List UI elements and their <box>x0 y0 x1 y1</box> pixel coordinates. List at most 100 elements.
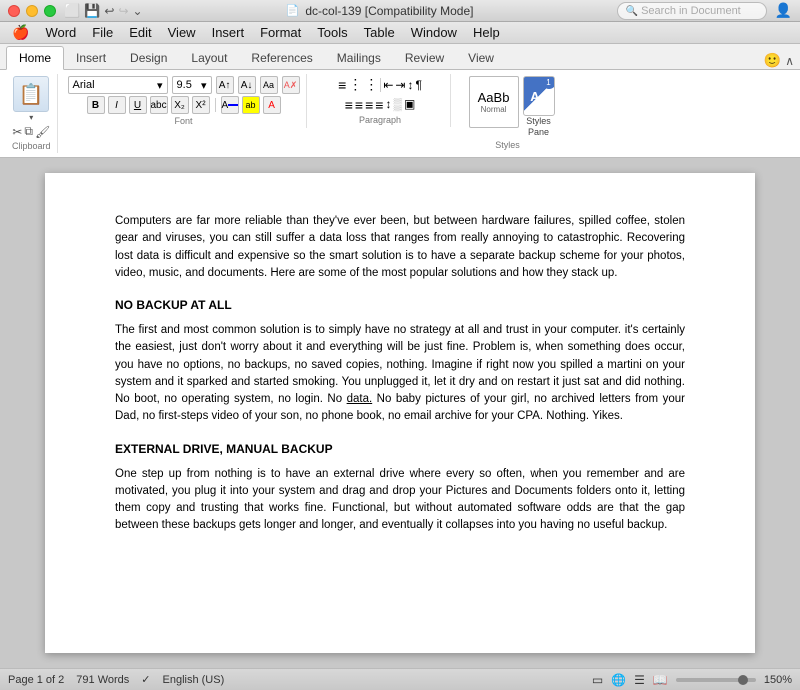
numbering-button[interactable]: ⋮ <box>348 76 362 93</box>
document-area: Computers are far more reliable than the… <box>0 158 800 668</box>
user-icon[interactable]: 👤 <box>775 2 792 19</box>
styles-area: AaBb Normal Aa 1 StylesPane <box>469 76 555 138</box>
menu-format[interactable]: Format <box>252 23 309 42</box>
word-count: 791 Words <box>76 674 129 686</box>
ribbon-group-styles: AaBb Normal Aa 1 StylesPane Styles <box>455 74 561 152</box>
redo-icon[interactable]: ↪ <box>118 4 128 18</box>
language[interactable]: English (US) <box>163 674 225 686</box>
borders-button[interactable]: ▣ <box>404 97 415 113</box>
align-left-button[interactable]: ≡ <box>345 97 353 113</box>
zoom-slider[interactable] <box>676 678 756 682</box>
ribbon-tabs: Home Insert Design Layout References Mai… <box>0 44 800 70</box>
tab-layout[interactable]: Layout <box>179 47 239 69</box>
superscript-button[interactable]: X² <box>192 96 210 114</box>
tab-home[interactable]: Home <box>6 46 64 70</box>
menu-bar: 🍎 Word File Edit View Insert Format Tool… <box>0 22 800 44</box>
data-underline: data. <box>347 393 373 405</box>
increase-indent-button[interactable]: ⇥ <box>395 78 405 92</box>
maximize-button[interactable] <box>44 5 56 17</box>
dropdown-arrow: ▾ <box>157 79 163 92</box>
paragraph-no-backup: The first and most common solution is to… <box>115 322 685 426</box>
multilevel-button[interactable]: ⋮ <box>364 76 378 93</box>
status-right: ▭ 🌐 ☰ 📖 150% <box>592 673 792 687</box>
bullets-button[interactable]: ≡ <box>338 77 346 93</box>
change-case-button[interactable]: Aa <box>260 76 278 94</box>
document-body[interactable]: Computers are far more reliable than the… <box>115 213 685 535</box>
show-formatting-button[interactable]: ¶ <box>415 78 421 92</box>
ribbon-group-font: Arial ▾ 9.5 ▾ A↑ A↓ Aa A✗ B I U abc X₂ X… <box>62 74 307 128</box>
sort-button[interactable]: ↕ <box>407 78 413 92</box>
align-center-button[interactable]: ≡ <box>355 97 363 113</box>
collapse-ribbon-icon[interactable]: ∧ <box>785 54 794 68</box>
decrease-indent-button[interactable]: ⇤ <box>383 78 393 92</box>
decrease-font-button[interactable]: A↓ <box>238 76 256 94</box>
layout-web-icon[interactable]: 🌐 <box>611 673 626 687</box>
shading-button[interactable]: ▒ <box>393 97 402 113</box>
menu-help[interactable]: Help <box>465 23 508 42</box>
zoom-level: 150% <box>764 674 792 686</box>
paste-label[interactable]: ▾ <box>29 113 33 122</box>
font-row: Arial ▾ 9.5 ▾ A↑ A↓ Aa A✗ <box>68 76 300 94</box>
tab-view[interactable]: View <box>456 47 506 69</box>
font-size-selector[interactable]: 9.5 ▾ <box>172 76 212 94</box>
traffic-lights <box>8 5 56 17</box>
underline-button[interactable]: U <box>129 96 147 114</box>
align-right-button[interactable]: ≡ <box>365 97 373 113</box>
menu-window[interactable]: Window <box>403 23 465 42</box>
save-icon[interactable]: 💾 <box>84 3 100 19</box>
paragraph-label: Paragraph <box>359 115 401 125</box>
format-separator <box>215 98 216 112</box>
menu-insert[interactable]: Insert <box>204 23 253 42</box>
normal-style-preview: AaBb <box>478 90 510 105</box>
strikethrough-button[interactable]: abc <box>150 96 168 114</box>
layout-normal-icon[interactable]: ▭ <box>592 673 603 687</box>
normal-style[interactable]: AaBb Normal <box>469 76 519 128</box>
subscript-button[interactable]: X₂ <box>171 96 189 114</box>
tab-mailings[interactable]: Mailings <box>325 47 393 69</box>
tab-insert[interactable]: Insert <box>64 47 118 69</box>
highlight-button[interactable]: ab <box>242 96 260 114</box>
smiley-icon[interactable]: 🙂 <box>764 52 781 69</box>
paragraph-intro: Computers are far more reliable than the… <box>115 213 685 282</box>
apple-menu[interactable]: 🍎 <box>4 22 37 43</box>
cut-icon[interactable]: ✂ <box>12 125 22 139</box>
italic-button[interactable]: I <box>108 96 126 114</box>
menu-tools[interactable]: Tools <box>309 23 355 42</box>
styles-icon: Aa 1 <box>523 76 555 116</box>
zoom-thumb <box>738 675 748 685</box>
menu-word[interactable]: Word <box>37 23 84 42</box>
tab-references[interactable]: References <box>239 47 324 69</box>
bold-button[interactable]: B <box>87 96 105 114</box>
clear-format-button[interactable]: A✗ <box>282 76 300 94</box>
minimize-button[interactable] <box>26 5 38 17</box>
close-button[interactable] <box>8 5 20 17</box>
document-title: dc-col-139 [Compatibility Mode] <box>305 4 473 18</box>
layout-outline-icon[interactable]: ☰ <box>634 673 645 687</box>
menu-edit[interactable]: Edit <box>121 23 159 42</box>
window-title: 📄 dc-col-139 [Compatibility Mode] <box>143 4 617 18</box>
format-painter-icon[interactable]: 🖌 <box>35 125 50 139</box>
normal-style-label: Normal <box>481 105 507 114</box>
menu-table[interactable]: Table <box>356 23 403 42</box>
undo-icon[interactable]: ↩ <box>104 4 114 18</box>
menu-file[interactable]: File <box>84 23 121 42</box>
tab-design[interactable]: Design <box>118 47 179 69</box>
copy-icon[interactable]: ⧉ <box>24 124 33 139</box>
more-icon[interactable]: ⌄ <box>133 4 143 18</box>
justify-button[interactable]: ≡ <box>375 97 383 113</box>
styles-pane-button[interactable]: Aa 1 StylesPane <box>523 76 555 138</box>
line-spacing-button[interactable]: ↕ <box>385 97 391 113</box>
font-color-button[interactable]: A <box>221 96 239 114</box>
proofing-icon[interactable]: ✓ <box>141 673 150 686</box>
paste-button[interactable]: 📋 <box>13 76 49 112</box>
text-color-button[interactable]: A <box>263 96 281 114</box>
sidebar-toggle-icon[interactable]: ⬜ <box>64 3 80 19</box>
layout-read-icon[interactable]: 📖 <box>653 673 668 687</box>
font-family-selector[interactable]: Arial ▾ <box>68 76 168 94</box>
heading-no-backup: NO BACKUP AT ALL <box>115 296 685 314</box>
search-input[interactable]: 🔍 Search in Document <box>617 2 767 20</box>
tab-review[interactable]: Review <box>393 47 456 69</box>
status-bar: Page 1 of 2 791 Words ✓ English (US) ▭ 🌐… <box>0 668 800 690</box>
increase-font-button[interactable]: A↑ <box>216 76 234 94</box>
menu-view[interactable]: View <box>160 23 204 42</box>
